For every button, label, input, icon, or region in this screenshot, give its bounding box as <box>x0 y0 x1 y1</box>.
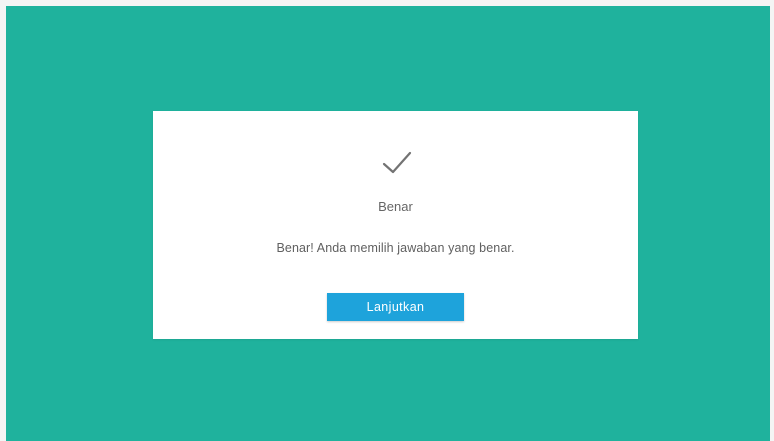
feedback-dialog: Benar Benar! Anda memilih jawaban yang b… <box>153 111 638 339</box>
dialog-message: Benar! Anda memilih jawaban yang benar. <box>276 241 515 255</box>
continue-button[interactable]: Lanjutkan <box>327 293 464 321</box>
checkmark-icon <box>382 151 412 174</box>
dialog-title: Benar <box>378 199 413 214</box>
screen-background: Benar Benar! Anda memilih jawaban yang b… <box>6 6 770 441</box>
